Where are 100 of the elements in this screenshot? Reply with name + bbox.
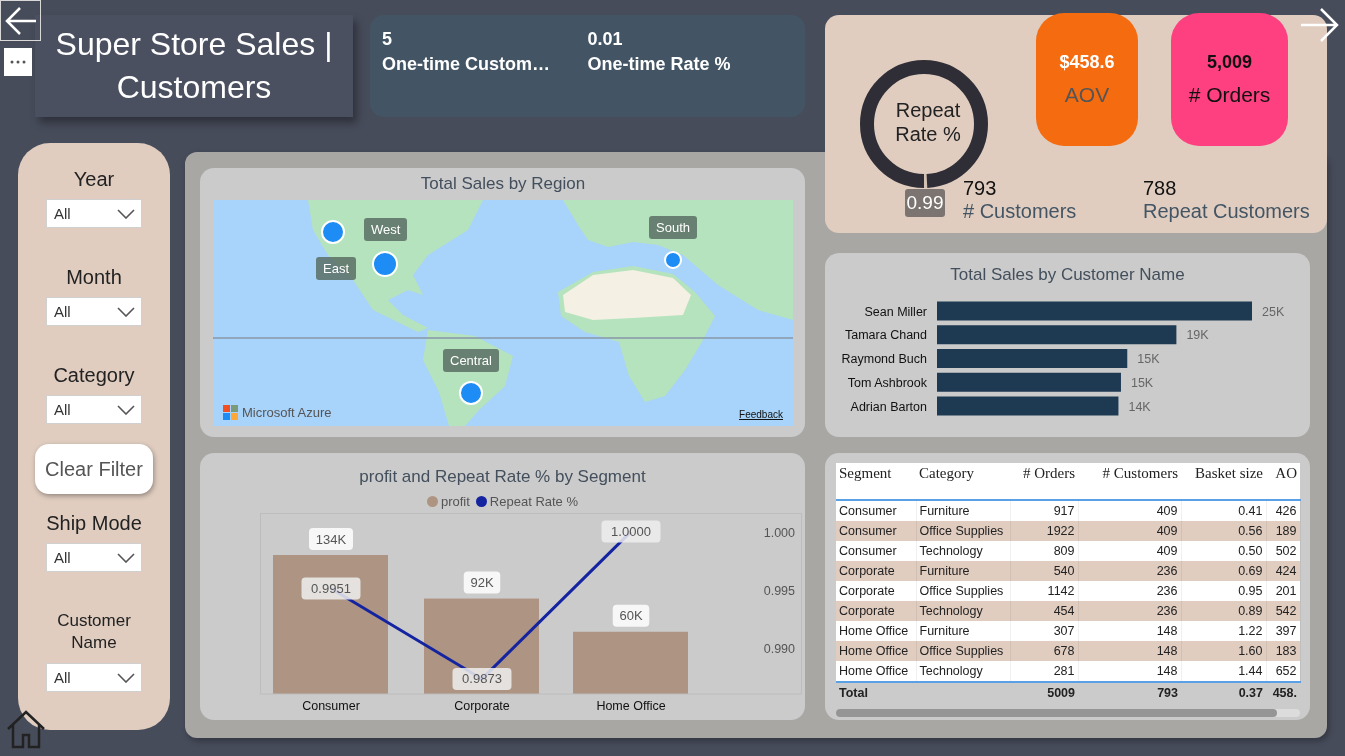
kpi-value: 0.01 [587,29,624,50]
table-cell: 201 [1266,581,1300,601]
region-label: West [364,218,408,241]
dropdown-value: All [54,401,71,418]
data-label: 134K [315,531,347,547]
table-cell: Corporate [836,601,916,621]
data-label: 19K [1186,328,1209,343]
chart-title: Total Sales by Region [419,173,587,195]
table-cell: 183 [1266,641,1300,661]
table-cell: 1.60 [1181,641,1266,661]
table-cell: 809 [1010,541,1078,561]
table-cell: 1.22 [1181,621,1266,641]
column-header[interactable]: Basket size [1181,463,1266,500]
table-cell: 424 [1266,561,1300,581]
region-label: South [649,216,697,239]
data-label: 92K [470,575,494,591]
region-label: East [316,257,356,280]
column-header[interactable]: Segment [836,463,916,500]
column-header[interactable]: # Orders [1010,463,1078,500]
legend-label: Repeat Rate % [489,493,579,509]
dropdown[interactable]: All [46,663,142,692]
table-cell: 409 [1078,521,1181,541]
feedback-link[interactable]: Feedback [739,409,783,420]
table-cell: 148 [1078,621,1181,641]
dropdown[interactable]: All [46,297,142,326]
attribution-label: Microsoft Azure [242,405,332,420]
data-label: 60K [619,608,643,624]
column-header[interactable]: # Customers [1078,463,1181,500]
tile-label: AOV [1064,83,1110,107]
chart-title: profit and Repeat Rate % by Segment [358,466,647,487]
table-cell: 148 [1078,641,1181,661]
slicer-label: Month [66,266,122,288]
axis-label: Consumer [302,699,360,713]
arrow-right-icon [1300,6,1340,44]
slicer-label: Category [53,364,135,386]
slicer-label: Customer Name [56,610,132,654]
axis-label: Tamara Chand [845,328,927,343]
column-header[interactable]: Category [916,463,1010,500]
tile-value: $458.6 [1059,52,1115,73]
clear-filter-button[interactable]: Clear Filter [35,444,153,494]
slicer-label: Ship Mode [46,512,142,534]
column-header[interactable]: AO [1266,463,1300,500]
axis-label: Adrian Barton [850,399,927,414]
home-icon [5,708,47,750]
table-cell: Corporate [836,581,916,601]
table-cell: 1922 [1010,521,1078,541]
back-button[interactable] [0,0,41,41]
table-cell: 0.69 [1181,561,1266,581]
axis-label: Corporate [454,699,510,713]
stat-value: 788 [1143,177,1178,200]
axis-label: Raymond Buch [841,352,927,366]
axis-tick-label: 0.990 [763,641,795,656]
data-label: 134K [309,528,353,550]
data-label: 0.9951 [311,580,351,596]
dropdown[interactable]: All [46,395,142,424]
dropdown[interactable]: All [46,199,142,228]
data-label: 60K [612,604,650,627]
table-cell: Furniture [916,621,1010,641]
arrow-left-icon [4,5,38,37]
table-cell: 0.89 [1181,601,1266,621]
data-label: 92K [463,571,501,594]
gauge-label: Repeat Rate % [894,98,962,146]
region-label: Central [443,349,499,372]
stat-label: Repeat Customers [1143,200,1311,223]
data-label: 25K [1262,304,1285,319]
chevron-down-icon [117,306,135,317]
data-label: 1.0000 [611,524,651,540]
table-cell: Home Office [836,661,916,682]
data-label: 1.0000 [601,520,661,543]
table-cell: 0.50 [1181,541,1266,561]
table-cell: 540 [1010,561,1078,581]
forward-button[interactable] [1300,6,1340,44]
table-cell: Consumer [836,541,916,561]
chevron-down-icon [117,552,135,563]
data-label: 0.9951 [301,577,361,600]
table-cell: Furniture [916,561,1010,581]
table-cell: Office Supplies [916,641,1010,661]
axis-tick-label: 1.000 [763,525,795,540]
tile-value: 5,009 [1206,52,1252,73]
kpi-label: One-time Custom… [382,54,551,75]
chart-title: Total Sales by Customer Name [949,264,1186,285]
data-label: 0.9873 [462,671,502,687]
table-cell: 409 [1078,541,1181,561]
table-cell: 397 [1266,621,1300,641]
axis-label: Tom Ashbrook [847,375,927,390]
dropdown[interactable]: All [46,543,142,572]
kpi-value: 5 [382,29,393,50]
table-cell: Technology [916,601,1010,621]
axis-label: Home Office [596,699,666,713]
table-cell: Office Supplies [916,581,1010,601]
data-label: 15K [1137,352,1160,366]
chevron-down-icon [117,672,135,683]
table-cell: 189 [1266,521,1300,541]
table-cell: Home Office [836,621,916,641]
table-cell: 236 [1078,581,1181,601]
tile-label: # Orders [1188,83,1271,107]
data-label: 15K [1130,375,1154,390]
table-cell: Corporate [836,561,916,581]
home-button[interactable] [5,708,47,750]
table-cell: 0.56 [1181,521,1266,541]
